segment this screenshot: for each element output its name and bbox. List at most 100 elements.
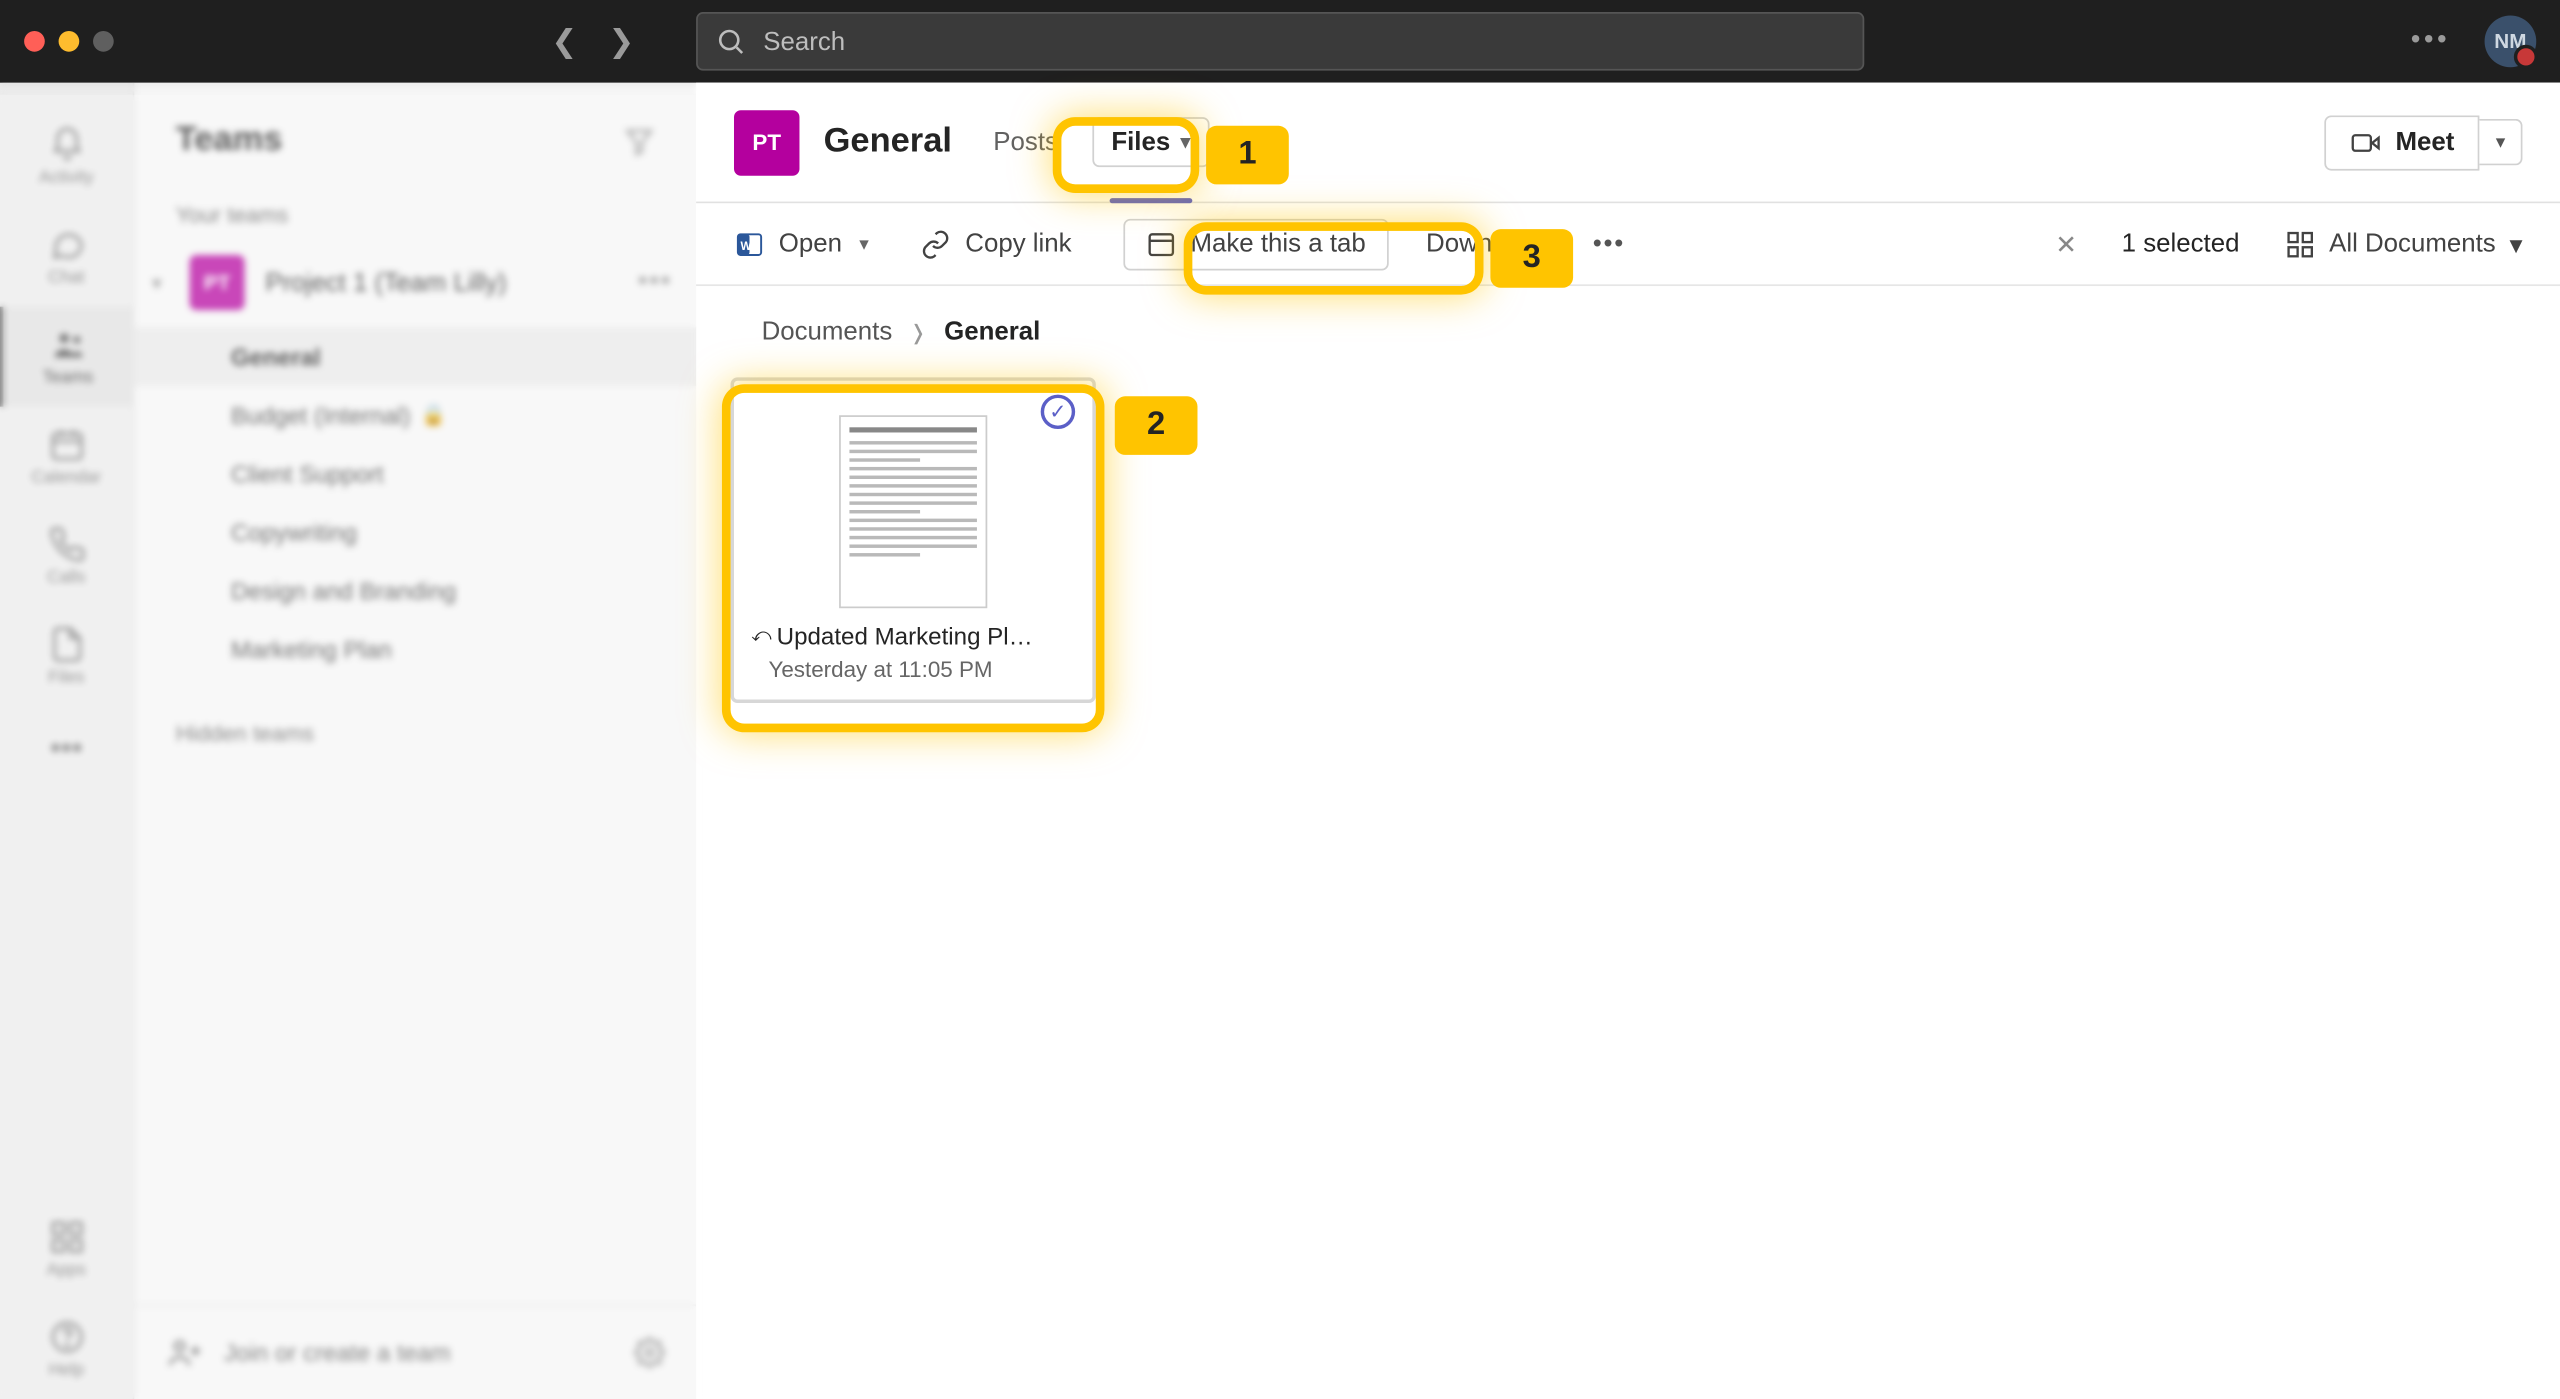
teams-panel-footer: Join or create a team	[134, 1304, 696, 1399]
chevron-down-icon: ▾	[2509, 228, 2522, 259]
clear-selection[interactable]: ✕	[2055, 228, 2077, 259]
channel-client-support[interactable]: Client Support	[134, 445, 696, 504]
back-button[interactable]: ❮	[551, 23, 577, 59]
video-icon	[2351, 127, 2382, 158]
apps-icon	[47, 1218, 85, 1256]
teams-panel: Teams Your teams ▾ PT Project 1 (Team Li…	[134, 83, 696, 1399]
search-icon	[715, 26, 746, 57]
window-close[interactable]	[24, 31, 45, 52]
channel-initials: PT	[752, 129, 781, 155]
tab-label: Posts	[993, 128, 1058, 157]
view-label: All Documents	[2329, 229, 2496, 258]
crumb-root[interactable]: Documents	[762, 317, 893, 346]
rail-chat[interactable]: Chat	[0, 207, 133, 307]
rail-label: Help	[49, 1361, 84, 1380]
team-initials: PT	[204, 271, 230, 295]
channel-label: Marketing Plan	[231, 636, 392, 664]
app-rail: Activity Chat Teams Calendar Calls Files	[0, 83, 134, 1399]
rail-label: Chat	[48, 269, 84, 288]
window-minimize[interactable]	[59, 31, 80, 52]
history-nav: ❮ ❯	[551, 23, 634, 59]
tab-icon	[1146, 228, 1177, 259]
files-grid: ✓ ⤺Updated Marketing Pl… Yesterday at 11…	[696, 353, 2560, 727]
tiles-icon	[2284, 228, 2315, 259]
team-row[interactable]: ▾ PT Project 1 (Team Lilly) •••	[138, 241, 693, 324]
channel-copywriting[interactable]: Copywriting	[134, 503, 696, 562]
rail-teams[interactable]: Teams	[0, 307, 133, 407]
file-selected-check-icon[interactable]: ✓	[1041, 395, 1075, 429]
user-avatar[interactable]: NM	[2485, 16, 2537, 68]
channel-marketing[interactable]: Marketing Plan	[134, 620, 696, 679]
chevron-down-icon: ▾	[859, 233, 869, 255]
meet-button[interactable]: Meet	[2325, 115, 2480, 170]
search-placeholder: Search	[763, 27, 845, 56]
copy-link-button[interactable]: Copy link	[920, 228, 1071, 259]
channel-design[interactable]: Design and Branding	[134, 562, 696, 621]
tab-label: Files	[1111, 128, 1170, 157]
rail-apps[interactable]: Apps	[0, 1199, 133, 1299]
channel-label: Design and Branding	[231, 577, 456, 605]
rail-label: Activity	[39, 169, 94, 188]
rail-label: Teams	[43, 369, 94, 388]
rail-files[interactable]: Files	[0, 606, 133, 706]
caret-down-icon: ▾	[145, 271, 169, 293]
meet-dropdown[interactable]: ▾	[2480, 119, 2522, 166]
filter-icon[interactable]	[624, 125, 655, 156]
word-icon: W	[734, 228, 765, 259]
file-name: ⤺Updated Marketing Pl…	[734, 622, 1092, 650]
add-tab-button[interactable]: ＋	[1244, 120, 1275, 165]
svg-text:W: W	[740, 239, 751, 252]
channel-budget[interactable]: Budget (Internal) 🔒	[134, 386, 696, 445]
phone-icon	[47, 526, 85, 564]
view-selector[interactable]: All Documents ▾	[2284, 228, 2522, 259]
lock-icon: 🔒	[421, 403, 447, 427]
file-date: Yesterday at 11:05 PM	[734, 650, 1092, 683]
channel-header: PT General Posts Files ▾ ＋	[696, 83, 2560, 204]
open-button[interactable]: W Open ▾	[734, 228, 869, 259]
search-input[interactable]: Search	[696, 12, 1864, 71]
channel-general[interactable]: General	[134, 327, 696, 386]
chat-icon	[47, 226, 85, 264]
file-name-text: Updated Marketing Pl…	[777, 622, 1033, 650]
forward-button[interactable]: ❯	[608, 23, 634, 59]
make-tab-button[interactable]: Make this a tab	[1123, 218, 1388, 270]
window-maximize[interactable]	[93, 31, 114, 52]
join-create-team[interactable]: Join or create a team	[224, 1339, 451, 1367]
app-more-menu[interactable]: •••	[2411, 26, 2450, 57]
chevron-right-icon: ❭	[910, 320, 927, 344]
calendar-icon	[47, 426, 85, 464]
tab-files[interactable]: Files ▾	[1092, 83, 1209, 202]
team-avatar: PT	[190, 255, 245, 310]
rail-label: Calendar	[31, 469, 101, 488]
section-hidden-teams: Hidden teams	[134, 696, 696, 760]
tab-posts[interactable]: Posts	[993, 83, 1058, 202]
help-icon	[47, 1318, 85, 1356]
rail-more[interactable]: •••	[50, 706, 83, 790]
breadcrumb: Documents ❭ General	[696, 286, 2560, 353]
bell-icon	[47, 126, 85, 164]
rail-calls[interactable]: Calls	[0, 507, 133, 607]
maketab-label: Make this a tab	[1190, 229, 1365, 258]
channel-label: Copywriting	[231, 519, 357, 547]
user-initials: NM	[2494, 29, 2526, 53]
gear-icon[interactable]	[634, 1337, 665, 1368]
toolbar-more[interactable]: •••	[1593, 229, 1625, 258]
join-team-icon	[165, 1334, 203, 1372]
rail-label: Apps	[47, 1261, 86, 1280]
team-more[interactable]: •••	[638, 267, 689, 298]
rail-activity[interactable]: Activity	[0, 107, 133, 207]
file-card[interactable]: ✓ ⤺Updated Marketing Pl… Yesterday at 11…	[731, 377, 1096, 703]
channel-label: Client Support	[231, 460, 384, 488]
rail-help[interactable]: Help	[0, 1299, 133, 1399]
teams-panel-title: Teams	[176, 121, 283, 161]
window-traffic-lights	[24, 31, 114, 52]
team-name: Project 1 (Team Lilly)	[265, 268, 617, 297]
chevron-down-icon: ▾	[1181, 131, 1191, 153]
selection-count: 1 selected	[2122, 229, 2240, 258]
crumb-current: General	[944, 317, 1040, 346]
download-button[interactable]: Download	[1426, 229, 1541, 258]
main-content: PT General Posts Files ▾ ＋	[696, 83, 2560, 1399]
rail-label: Calls	[47, 569, 85, 588]
meet-label: Meet	[2395, 128, 2454, 157]
rail-calendar[interactable]: Calendar	[0, 407, 133, 507]
